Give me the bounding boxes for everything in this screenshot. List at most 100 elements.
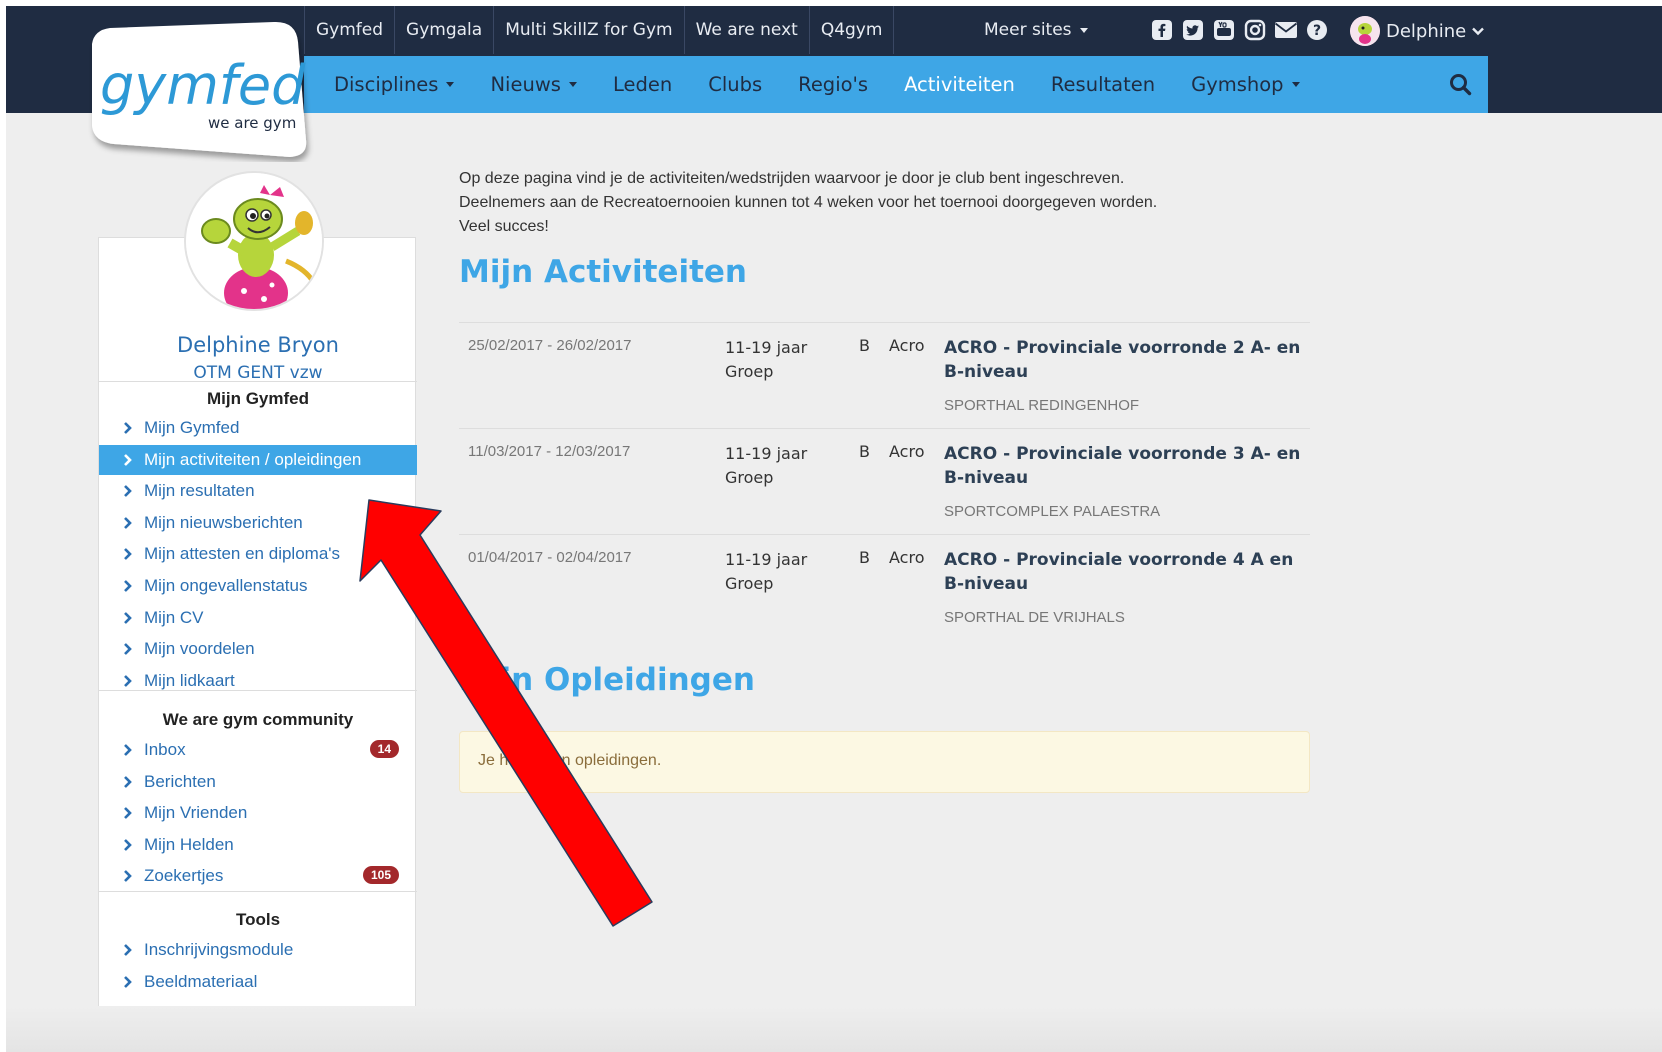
- nav-label: Clubs: [708, 73, 763, 96]
- sidebar-item-label: Mijn Vrienden: [144, 803, 248, 823]
- meer-sites-dropdown[interactable]: Meer sites: [984, 6, 1088, 54]
- chevron-right-icon: [124, 516, 132, 529]
- divider: [99, 690, 417, 691]
- sidebar-item-label: Mijn attesten en diploma's: [144, 544, 341, 564]
- main-nav: Disciplines Nieuws Leden Clubs Regio's A…: [304, 56, 1488, 113]
- sidebar-item-mijn-gymfed[interactable]: Mijn activiteiten / opleidingen: [99, 444, 417, 475]
- nav-resultaten[interactable]: Resultaten: [1033, 56, 1173, 113]
- activity-date: 01/04/2017 - 02/04/2017: [468, 549, 632, 566]
- sidebar-item-mijn-gymfed[interactable]: Mijn voordelen: [99, 634, 417, 664]
- sidebar-item-label: Mijn Gymfed: [144, 418, 240, 437]
- chevron-right-icon: [124, 580, 132, 592]
- sidebar-item-label: Mijn ongevallenstatus: [144, 576, 308, 595]
- gymfed-logo[interactable]: gymfed we are gym: [84, 21, 322, 162]
- profile-avatar[interactable]: [184, 171, 324, 311]
- chevron-right-icon: [124, 838, 132, 851]
- sidebar-item-community[interactable]: Zoekertjes 105: [99, 861, 417, 891]
- sidebar-item-mijn-gymfed[interactable]: Mijn CV: [99, 603, 417, 633]
- sidebar-item-mijn-gymfed[interactable]: Mijn resultaten: [99, 476, 417, 506]
- heading-mijn-activiteiten: Mijn Activiteiten: [459, 254, 747, 290]
- activity-discipline: Acro: [889, 548, 925, 567]
- activity-date: 11/03/2017 - 12/03/2017: [468, 443, 631, 460]
- sidebar-item-mijn-gymfed[interactable]: Mijn Gymfed: [99, 413, 417, 443]
- chevron-right-icon: [124, 944, 132, 956]
- sidebar-item-label: Inschrijvingsmodule: [144, 940, 294, 959]
- activity-row: 01/04/2017 - 02/04/2017 11-19 jaar Groep B A…: [459, 534, 1310, 640]
- help-icon[interactable]: ?: [1305, 18, 1329, 42]
- sidebar-item-community[interactable]: Berichten: [99, 767, 417, 797]
- caret-down-icon: [1291, 82, 1300, 87]
- activity-age-range: 11-19 jaar: [725, 550, 808, 569]
- nav-regios[interactable]: Regio's: [780, 56, 886, 113]
- sidebar-item-mijn-gymfed[interactable]: Mijn nieuwsberichten: [99, 508, 417, 538]
- activity-age-range: 11-19 jaar: [725, 338, 808, 357]
- heading-mijn-opleidingen: Mijn Opleidingen: [459, 662, 755, 698]
- top-site-multi-skillz[interactable]: Multi SkillZ for Gym: [494, 6, 685, 54]
- sidebar-item-label: Zoekertjes: [144, 866, 224, 886]
- user-menu[interactable]: Delphine: [1350, 16, 1485, 46]
- page: Gymfed Gymgala Multi SkillZ for Gym We a…: [6, 6, 1662, 1052]
- activity-discipline: Acro: [889, 442, 925, 461]
- activity-row: 11/03/2017 - 12/03/2017 11-19 jaar Groep B A…: [459, 428, 1310, 534]
- chevron-right-icon: [124, 485, 132, 498]
- instagram-icon[interactable]: [1243, 18, 1267, 42]
- logo-word: gymfed: [100, 54, 306, 117]
- facebook-icon[interactable]: [1150, 18, 1174, 42]
- activity-level: B: [859, 336, 870, 355]
- activity-row: 25/02/2017 - 26/02/2017 11-19 jaar Groep B A…: [459, 322, 1310, 428]
- sidebar-item-community[interactable]: Mijn Helden: [99, 830, 417, 860]
- sidebar: Delphine Bryon OTM GENT vzw Mijn Gymfed …: [98, 237, 417, 1052]
- top-site-gymgala[interactable]: Gymgala: [395, 6, 495, 54]
- sidebar-item-label: Mijn voordelen: [144, 639, 255, 659]
- activity-level: B: [859, 548, 870, 567]
- youtube-icon[interactable]: [1212, 18, 1236, 42]
- sidebar-item-mijn-gymfed[interactable]: Mijn lidkaart: [99, 666, 417, 696]
- social-links: ?: [1150, 18, 1329, 42]
- nav-nieuws[interactable]: Nieuws: [472, 56, 594, 113]
- chevron-right-icon: [124, 870, 132, 883]
- nav-clubs[interactable]: Clubs: [690, 56, 780, 113]
- sidebar-item-tools[interactable]: Inschrijvingsmodule: [99, 935, 417, 965]
- meer-sites-label: Meer sites: [984, 20, 1072, 40]
- activity-title-link[interactable]: ACRO - Provinciale voorronde 4 A en B-ni…: [944, 548, 1304, 596]
- search-icon[interactable]: [1448, 72, 1474, 98]
- twitter-icon[interactable]: [1181, 18, 1205, 42]
- sidebar-item-label: Inbox: [144, 740, 186, 759]
- intro-line: Op deze pagina vind je de activiteiten/w…: [459, 170, 1125, 187]
- activity-title-link[interactable]: ACRO - Provinciale voorronde 2 A- en B-n…: [944, 336, 1304, 384]
- sidebar-item-community[interactable]: Mijn Vrienden: [99, 798, 417, 828]
- sidebar-item-community[interactable]: Inbox 14: [99, 735, 417, 765]
- mail-icon[interactable]: [1274, 18, 1298, 42]
- section-title-tools: Tools: [235, 910, 281, 929]
- no-trainings-notice: Je hebt geen opleidingen.: [459, 731, 1310, 793]
- nav-activiteiten[interactable]: Activiteiten: [886, 56, 1033, 113]
- activity-title-link[interactable]: ACRO - Provinciale voorronde 3 A- en B-n…: [944, 442, 1304, 490]
- activity-discipline: Acro: [889, 336, 925, 355]
- top-site-q4gym[interactable]: Q4gym: [810, 6, 895, 54]
- section-title-community: We are gym community: [162, 710, 354, 729]
- svg-text:?: ?: [1313, 23, 1321, 39]
- sidebar-item-mijn-gymfed[interactable]: Mijn ongevallenstatus: [99, 571, 417, 601]
- nav-disciplines[interactable]: Disciplines: [304, 56, 472, 113]
- sidebar-item-label: Mijn CV: [144, 607, 204, 627]
- profile-name[interactable]: Delphine Bryon: [99, 333, 417, 357]
- nav-gymshop[interactable]: Gymshop: [1173, 56, 1317, 113]
- activity-group: Groep: [725, 574, 774, 593]
- nav-label: Resultaten: [1050, 73, 1156, 96]
- nav-label: Disciplines: [334, 73, 439, 96]
- intro-line: Veel succes!: [459, 218, 549, 235]
- nav-leden[interactable]: Leden: [595, 56, 690, 113]
- activity-age-range: 11-19 jaar: [725, 444, 808, 463]
- chevron-down-icon: [1472, 27, 1485, 36]
- user-avatar: [1350, 16, 1380, 46]
- sidebar-item-mijn-gymfed[interactable]: Mijn attesten en diploma's: [99, 539, 417, 569]
- top-site-we-are-next[interactable]: We are next: [685, 6, 810, 54]
- sidebar-item-tools[interactable]: Beeldmateriaal: [99, 967, 417, 997]
- chevron-right-icon: [124, 807, 132, 820]
- chevron-right-icon: [124, 975, 132, 988]
- activity-venue: SPORTCOMPLEX PALAESTRA: [944, 503, 1161, 520]
- caret-down-icon: [446, 82, 455, 87]
- sidebar-item-label: Mijn nieuwsberichten: [144, 512, 303, 532]
- divider: [99, 381, 417, 382]
- profile-club[interactable]: OTM GENT vzw: [99, 363, 417, 383]
